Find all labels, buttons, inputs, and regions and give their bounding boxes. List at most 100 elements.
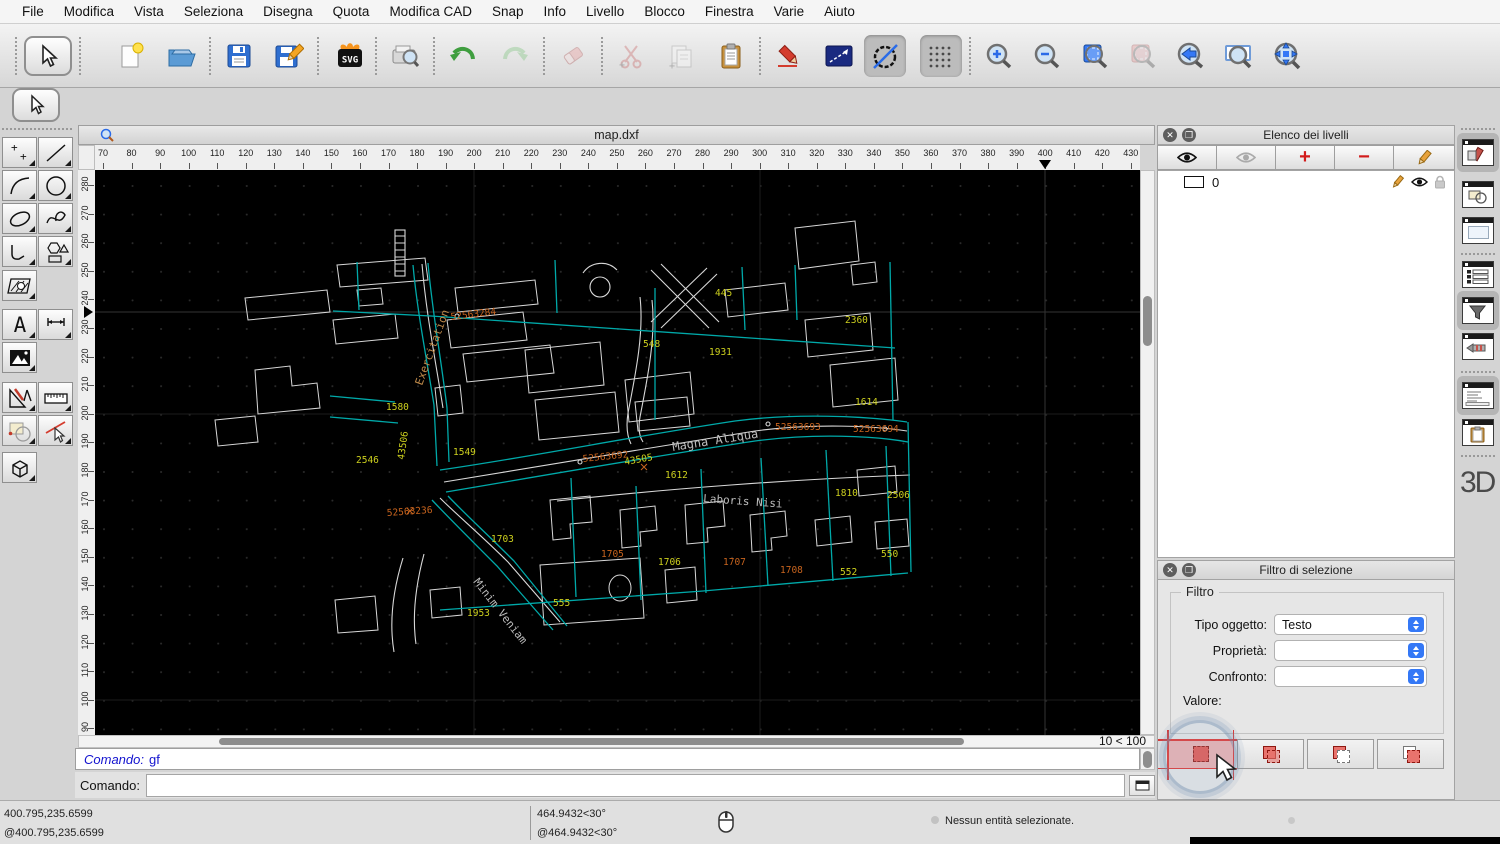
palette-clipboard-icon[interactable] bbox=[1462, 419, 1494, 446]
dimension-line-button[interactable] bbox=[818, 35, 860, 77]
command-history[interactable]: Comando: gf bbox=[75, 748, 1140, 770]
new-file-button[interactable] bbox=[110, 35, 152, 77]
palette-filter-icon[interactable] bbox=[1462, 297, 1494, 324]
menu-seleziona[interactable]: Seleziona bbox=[174, 4, 253, 19]
image-tool-button[interactable] bbox=[2, 342, 37, 373]
zoom-out-icon bbox=[1034, 43, 1060, 68]
menu-aiuto[interactable]: Aiuto bbox=[814, 4, 865, 19]
save-button[interactable] bbox=[218, 35, 260, 77]
stepper-icon[interactable] bbox=[1408, 643, 1424, 658]
close-icon[interactable]: ✕ bbox=[1163, 563, 1177, 577]
copy-button[interactable]: + bbox=[660, 35, 702, 77]
lock-icon[interactable] bbox=[1434, 175, 1446, 189]
menu-varie[interactable]: Varie bbox=[764, 4, 815, 19]
select-tool-button[interactable] bbox=[24, 35, 72, 76]
palette-command-icon[interactable] bbox=[1462, 382, 1494, 409]
palette-shapes-icon[interactable] bbox=[1462, 181, 1494, 208]
object-type-select[interactable]: Testo bbox=[1274, 614, 1427, 635]
layer-hide-button[interactable] bbox=[1216, 145, 1276, 170]
property-select[interactable] bbox=[1274, 640, 1427, 661]
palette-list-icon[interactable] bbox=[1462, 261, 1494, 288]
menu-snap[interactable]: Snap bbox=[482, 4, 534, 19]
palette-layers-icon[interactable] bbox=[1462, 139, 1494, 166]
point-tool-button[interactable]: + + bbox=[2, 137, 37, 168]
close-icon[interactable]: ✕ bbox=[1163, 128, 1177, 142]
menu-disegna[interactable]: Disegna bbox=[253, 4, 323, 19]
menu-modifica-cad[interactable]: Modifica CAD bbox=[379, 4, 482, 19]
polygon-tool-button[interactable] bbox=[38, 236, 73, 267]
zoom-out-button[interactable] bbox=[1026, 35, 1068, 77]
line-tool-button[interactable] bbox=[38, 137, 73, 168]
menu-blocco[interactable]: Blocco bbox=[634, 4, 695, 19]
layer-edit-button[interactable] bbox=[1393, 145, 1455, 170]
trim-tool-button[interactable] bbox=[38, 415, 73, 446]
vertical-scrollbar-thumb[interactable] bbox=[1143, 296, 1152, 346]
zoom-selection-button[interactable] bbox=[1122, 35, 1164, 77]
zoom-previous-button[interactable] bbox=[1170, 35, 1212, 77]
secondary-select-tool-button[interactable] bbox=[12, 88, 60, 122]
layer-add-button[interactable]: + bbox=[1275, 145, 1335, 170]
dimension-tool-button[interactable] bbox=[38, 309, 73, 340]
compare-select[interactable] bbox=[1274, 666, 1427, 687]
erase-button[interactable] bbox=[552, 35, 594, 77]
print-preview-button[interactable] bbox=[384, 35, 426, 77]
menu-quota[interactable]: Quota bbox=[323, 4, 380, 19]
layer-row[interactable]: 0 bbox=[1158, 171, 1454, 193]
zoom-fit-button[interactable] bbox=[1074, 35, 1116, 77]
selection-mode-intersect-button[interactable] bbox=[1377, 739, 1444, 769]
document-title-bar[interactable]: map.dxf bbox=[78, 125, 1155, 145]
layer-remove-button[interactable]: − bbox=[1334, 145, 1394, 170]
polyline-tool-button[interactable] bbox=[2, 236, 37, 267]
circle-tool-button[interactable] bbox=[38, 170, 73, 201]
text-tool-button[interactable]: A bbox=[2, 309, 37, 340]
detach-icon[interactable]: ❐ bbox=[1182, 563, 1196, 577]
menu-info[interactable]: Info bbox=[534, 4, 577, 19]
no-fill-mode-button[interactable] bbox=[864, 34, 906, 77]
selection-mode-add-button[interactable] bbox=[1237, 739, 1304, 769]
menu-file[interactable]: File bbox=[12, 4, 54, 19]
layer-show-button[interactable] bbox=[1157, 145, 1217, 170]
detach-icon[interactable]: ❐ bbox=[1182, 128, 1196, 142]
boolean-tool-button[interactable] bbox=[2, 415, 37, 446]
selection-mode-subtract-button[interactable] bbox=[1307, 739, 1374, 769]
stepper-icon[interactable] bbox=[1408, 669, 1424, 684]
menu-vista[interactable]: Vista bbox=[124, 4, 174, 19]
zoom-in-button[interactable] bbox=[978, 35, 1020, 77]
canvas-vertical-scrollbar[interactable] bbox=[1140, 170, 1155, 735]
palette-3d-label[interactable]: 3D bbox=[1460, 466, 1500, 500]
drafting-tools-button[interactable] bbox=[2, 382, 37, 413]
undo-button[interactable] bbox=[442, 35, 484, 77]
palette-snap-icon[interactable] bbox=[1462, 333, 1494, 360]
svg-export-button[interactable]: SVG bbox=[326, 35, 368, 77]
history-scrollbar[interactable] bbox=[1140, 748, 1155, 770]
zoom-window-button[interactable] bbox=[1218, 35, 1260, 77]
ruler-tool-button[interactable] bbox=[38, 382, 73, 413]
eye-icon[interactable] bbox=[1411, 176, 1428, 188]
save-as-button[interactable] bbox=[268, 35, 310, 77]
menu-finestra[interactable]: Finestra bbox=[695, 4, 764, 19]
history-scrollbar-thumb[interactable] bbox=[1143, 751, 1152, 768]
menu-modifica[interactable]: Modifica bbox=[54, 4, 124, 19]
3d-box-tool-button[interactable] bbox=[2, 452, 37, 483]
pencil-icon[interactable] bbox=[1390, 175, 1405, 189]
spline-tool-button[interactable] bbox=[38, 203, 73, 234]
ruler-tick: 90 bbox=[155, 148, 166, 158]
grid-toggle-button[interactable] bbox=[920, 34, 962, 77]
horizontal-scrollbar-thumb[interactable] bbox=[219, 738, 964, 745]
layer-color-swatch[interactable] bbox=[1184, 176, 1204, 188]
command-input[interactable] bbox=[145, 773, 1126, 797]
paste-button[interactable] bbox=[710, 35, 752, 77]
draw-pencil-button[interactable] bbox=[768, 35, 810, 77]
cut-button[interactable]: + bbox=[610, 35, 652, 77]
ellipse-tool-button[interactable] bbox=[2, 203, 37, 234]
stepper-icon[interactable] bbox=[1408, 617, 1424, 632]
palette-blank-icon[interactable] bbox=[1462, 217, 1494, 244]
open-file-button[interactable] bbox=[160, 35, 202, 77]
hatch-tool-button[interactable] bbox=[2, 270, 37, 301]
redo-button[interactable] bbox=[494, 35, 536, 77]
pan-button[interactable] bbox=[1266, 35, 1308, 77]
menu-livello[interactable]: Livello bbox=[576, 4, 634, 19]
drawing-canvas[interactable]: 445 2360 548 1931 1614 52563284 Exercitation 15… bbox=[95, 170, 1140, 735]
command-window-button[interactable] bbox=[1129, 774, 1155, 796]
arc-tool-button[interactable] bbox=[2, 170, 37, 201]
